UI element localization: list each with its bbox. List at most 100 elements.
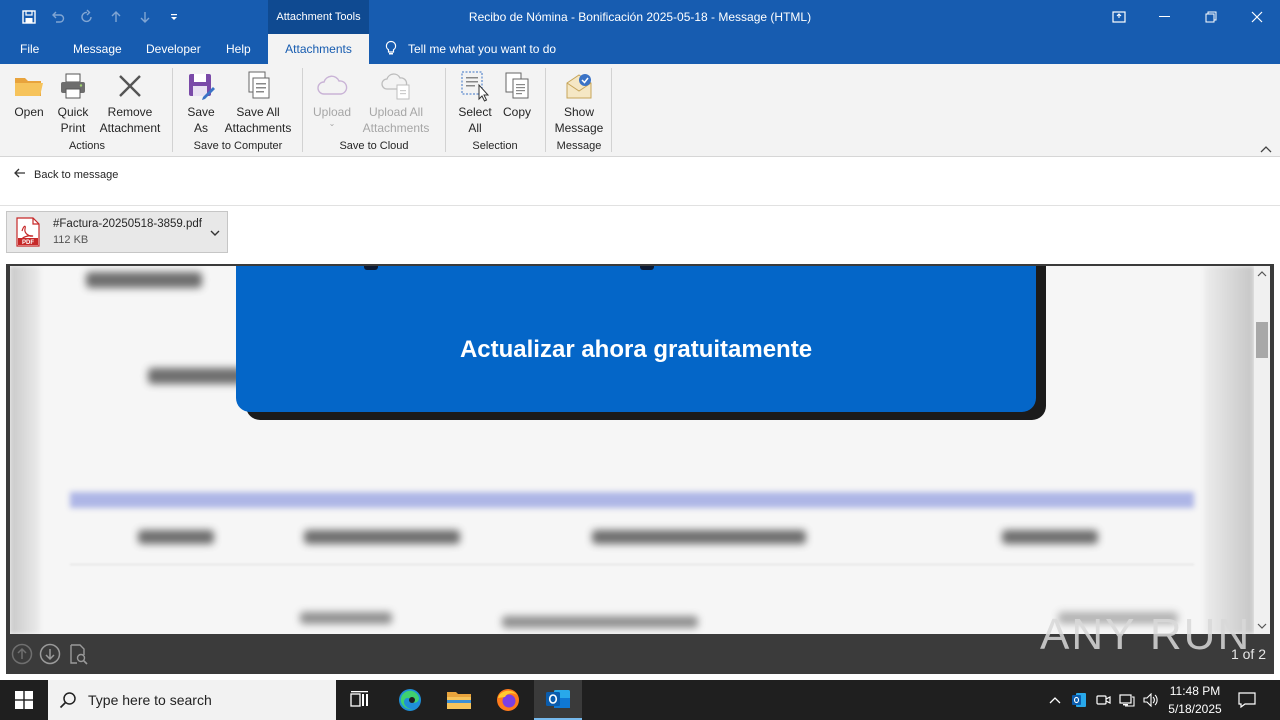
upload-button[interactable]: Upload ⌄: [310, 68, 354, 128]
show-hidden-icons-icon[interactable]: [1044, 680, 1066, 720]
taskbar-search-input[interactable]: Type here to search: [48, 680, 336, 720]
group-label-save-to-cloud: Save to Cloud: [339, 140, 409, 152]
file-explorer-icon[interactable]: [435, 680, 483, 720]
outlook-tray-icon[interactable]: [1068, 680, 1090, 720]
blurred-table-header-bar: [70, 492, 1194, 508]
attachment-tools-label: Attachment Tools: [268, 0, 369, 34]
minimize-icon[interactable]: [1142, 0, 1188, 34]
restore-icon[interactable]: [1188, 0, 1234, 34]
printer-icon: [56, 68, 90, 104]
tell-me-search[interactable]: Tell me what you want to do: [384, 34, 556, 64]
task-view-icon[interactable]: [336, 680, 384, 720]
tab-message[interactable]: Message: [73, 34, 122, 64]
search-icon: [48, 691, 88, 709]
save-all-attachments-button[interactable]: Save All Attachments: [222, 68, 294, 136]
ribbon-display-options-icon[interactable]: [1096, 0, 1142, 34]
previous-page-icon[interactable]: [10, 642, 34, 666]
back-arrow-icon: [14, 168, 26, 181]
group-separator: [172, 68, 173, 152]
chevron-down-icon[interactable]: [209, 226, 221, 240]
cut-off-glyph: [640, 266, 654, 270]
anyrun-watermark: ANY RUN: [1040, 610, 1252, 659]
group-separator: [302, 68, 303, 152]
tab-help[interactable]: Help: [226, 34, 251, 64]
preview-controls: [10, 638, 90, 670]
outlook-taskbar-icon[interactable]: [534, 680, 582, 720]
down-arrow-icon[interactable]: [130, 0, 159, 34]
up-arrow-icon[interactable]: [101, 0, 130, 34]
blurred-text: [502, 616, 698, 628]
title-bar: Attachment Tools Recibo de Nómina - Boni…: [0, 0, 1280, 34]
group-label-selection: Selection: [472, 140, 518, 152]
open-button[interactable]: Open: [10, 68, 48, 120]
notification-icon[interactable]: [1232, 680, 1262, 720]
quick-access-toolbar: [14, 0, 188, 34]
ribbon: Open Quick Print Remove Attachment Actio…: [0, 64, 1280, 157]
windows-start-icon[interactable]: [0, 680, 48, 720]
blurred-text: [592, 530, 806, 544]
edge-icon[interactable]: [386, 680, 434, 720]
show-message-button[interactable]: Show Message: [552, 68, 606, 136]
attachment-file-size: 112 KB: [53, 234, 89, 246]
save-icon[interactable]: [14, 0, 43, 34]
blurred-text: [138, 530, 214, 544]
update-now-button-text[interactable]: Actualizar ahora gratuitamente: [236, 336, 1036, 364]
close-icon[interactable]: [1234, 0, 1280, 34]
tab-file[interactable]: File: [20, 34, 39, 64]
next-page-icon[interactable]: [38, 642, 62, 666]
redo-icon[interactable]: [72, 0, 101, 34]
attachment-preview: Actualizar ahora gratuitamente ANY RUN 1…: [6, 264, 1274, 674]
vertical-scrollbar[interactable]: [1254, 266, 1270, 634]
save-as-icon: [184, 68, 218, 104]
group-separator: [445, 68, 446, 152]
scrollbar-thumb[interactable]: [1256, 322, 1268, 358]
group-label-message: Message: [556, 140, 602, 152]
scroll-down-icon[interactable]: [1254, 618, 1270, 634]
back-to-message-link[interactable]: Back to message: [14, 168, 118, 181]
blurred-text: [148, 368, 244, 384]
undo-icon[interactable]: [43, 0, 72, 34]
collapse-ribbon-icon[interactable]: [1260, 142, 1272, 156]
page-indicator: 1 of 2: [1230, 646, 1266, 662]
volume-icon[interactable]: [1140, 680, 1162, 720]
attachment-file-name: #Factura-20250518-3859.pdf: [53, 218, 202, 230]
scroll-up-icon[interactable]: [1254, 266, 1270, 282]
taskbar-clock[interactable]: 11:48 PM 5/18/2025: [1160, 682, 1230, 718]
copy-button[interactable]: Copy: [498, 68, 536, 120]
group-label-save-to-computer: Save to Computer: [193, 140, 283, 152]
upload-all-attachments-button[interactable]: Upload All Attachments: [354, 68, 438, 136]
ribbon-tabs: File Message Developer Help Attachments …: [0, 34, 1280, 64]
window-title: Recibo de Nómina - Bonificación 2025-05-…: [468, 10, 812, 24]
firefox-icon[interactable]: [484, 680, 532, 720]
blurred-text: [300, 612, 392, 624]
select-all-button[interactable]: Select All: [454, 68, 496, 136]
cut-off-glyph: [364, 266, 378, 270]
tab-attachments[interactable]: Attachments: [268, 34, 369, 64]
remove-attachment-button[interactable]: Remove Attachment: [96, 68, 164, 136]
group-label-actions: Actions: [68, 140, 106, 152]
show-message-icon: [562, 68, 596, 104]
meet-now-icon[interactable]: [1092, 680, 1114, 720]
back-bar: Back to message: [0, 158, 1280, 206]
windows-taskbar: Type here to search 11:48 PM 5/18/2025: [0, 680, 1280, 720]
clock-time: 11:48 PM: [1169, 684, 1221, 698]
customize-icon[interactable]: [159, 0, 188, 34]
cloud-icon: [315, 68, 349, 104]
group-separator: [611, 68, 612, 152]
quick-print-button[interactable]: Quick Print: [52, 68, 94, 136]
blurred-row-line: [70, 564, 1194, 565]
save-as-button[interactable]: Save As: [182, 68, 220, 136]
blurred-text: [86, 272, 202, 288]
network-icon[interactable]: [1116, 680, 1138, 720]
group-separator: [545, 68, 546, 152]
copy-icon: [500, 68, 534, 104]
update-modal[interactable]: Actualizar ahora gratuitamente: [236, 266, 1036, 412]
clock-date: 5/18/2025: [1168, 702, 1222, 716]
attachment-chip[interactable]: PDF #Factura-20250518-3859.pdf 112 KB: [6, 211, 228, 253]
find-in-page-icon[interactable]: [66, 642, 90, 666]
outlook-window: Attachment Tools Recibo de Nómina - Boni…: [0, 0, 1280, 720]
blurred-text: [304, 530, 460, 544]
upload-dropdown-icon: ⌄: [328, 119, 336, 128]
lightbulb-icon: [384, 40, 398, 59]
tab-developer[interactable]: Developer: [146, 34, 201, 64]
